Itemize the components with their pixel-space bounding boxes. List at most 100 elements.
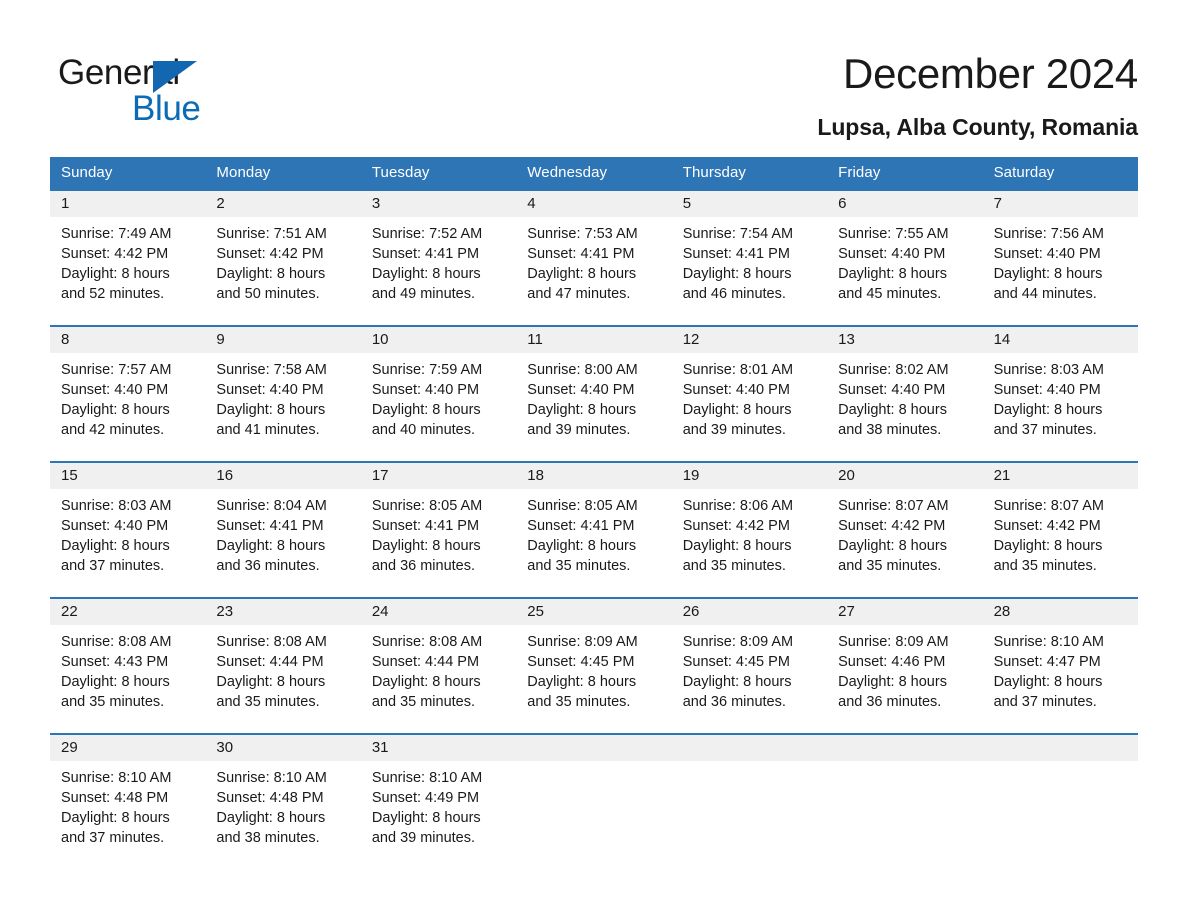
daylight-text-2: and 37 minutes. (993, 422, 1097, 438)
day-number[interactable]: 15 (50, 463, 205, 489)
daylight-text-2: and 39 minutes. (527, 422, 631, 438)
day-detail-row: Sunrise: 7:49 AM Sunset: 4:42 PM Dayligh… (50, 217, 1138, 325)
sunrise-text: Sunrise: 8:09 AM (838, 634, 949, 650)
day-number[interactable]: 30 (205, 735, 360, 761)
daylight-text-2: and 47 minutes. (527, 286, 631, 302)
day-number[interactable]: 9 (205, 327, 360, 353)
daylight-text-2: and 50 minutes. (216, 286, 320, 302)
sunset-text: Sunset: 4:44 PM (371, 654, 480, 670)
day-number-empty (516, 735, 671, 761)
weekday-header-wednesday: Wednesday (527, 164, 608, 181)
daylight-text-2: and 35 minutes. (527, 694, 631, 710)
week-row: 8 9 10 11 12 13 14 Sunrise: 7:57 AM Suns… (50, 325, 1138, 461)
day-cell: Sunrise: 7:55 AM Sunset: 4:40 PM Dayligh… (827, 217, 982, 325)
sunrise-text: Sunrise: 8:10 AM (371, 770, 483, 786)
day-cell-empty (827, 761, 982, 869)
day-cell: Sunrise: 8:02 AM Sunset: 4:40 PM Dayligh… (827, 353, 982, 461)
day-number[interactable]: 1 (50, 191, 205, 217)
sunrise-text: Sunrise: 8:08 AM (216, 634, 327, 650)
day-number[interactable]: 16 (205, 463, 360, 489)
day-number[interactable]: 27 (827, 599, 982, 625)
daylight-text-1: Daylight: 8 hours (527, 674, 637, 690)
day-number[interactable]: 25 (516, 599, 671, 625)
day-cell: Sunrise: 8:10 AM Sunset: 4:49 PM Dayligh… (361, 761, 516, 869)
day-number[interactable]: 6 (827, 191, 982, 217)
weekday-header-tuesday: Tuesday (371, 164, 430, 181)
sunset-text: Sunset: 4:48 PM (216, 790, 324, 806)
sunset-text: Sunset: 4:42 PM (838, 518, 946, 534)
day-number-row: 8 9 10 11 12 13 14 (50, 327, 1138, 353)
daylight-text-1: Daylight: 8 hours (993, 674, 1103, 690)
sunrise-text: Sunrise: 8:01 AM (682, 362, 794, 378)
sunrise-text: Sunrise: 7:58 AM (216, 362, 327, 378)
daylight-text-1: Daylight: 8 hours (61, 810, 170, 826)
day-number[interactable]: 17 (361, 463, 516, 489)
day-number[interactable]: 31 (361, 735, 516, 761)
daylight-text-2: and 38 minutes. (216, 830, 320, 846)
weekday-header-saturday: Saturday (993, 164, 1055, 181)
sunset-text: Sunset: 4:44 PM (216, 654, 324, 670)
daylight-text-2: and 40 minutes. (371, 422, 476, 438)
day-number[interactable]: 5 (672, 191, 827, 217)
daylight-text-2: and 42 minutes. (61, 422, 165, 438)
day-cell: Sunrise: 8:03 AM Sunset: 4:40 PM Dayligh… (50, 489, 205, 597)
day-number-empty (983, 735, 1138, 761)
week-row: 29 30 31 Sunrise: 8:10 AM Sunset: 4:48 P… (50, 733, 1138, 869)
daylight-text-2: and 37 minutes. (61, 558, 165, 574)
weekday-header-row: Sunday Monday Tuesday Wednesday Thursday… (50, 157, 1138, 189)
day-number[interactable]: 29 (50, 735, 205, 761)
day-number[interactable]: 12 (672, 327, 827, 353)
day-number-empty (827, 735, 982, 761)
daylight-text-2: and 36 minutes. (838, 694, 942, 710)
day-number[interactable]: 2 (205, 191, 360, 217)
sunrise-text: Sunrise: 8:05 AM (371, 498, 483, 514)
day-cell: Sunrise: 8:10 AM Sunset: 4:48 PM Dayligh… (205, 761, 360, 869)
day-number[interactable]: 8 (50, 327, 205, 353)
daylight-text-2: and 52 minutes. (61, 286, 165, 302)
sunset-text: Sunset: 4:48 PM (61, 790, 169, 806)
sunset-text: Sunset: 4:49 PM (371, 790, 480, 806)
sunrise-text: Sunrise: 7:54 AM (682, 226, 794, 242)
day-number[interactable]: 26 (672, 599, 827, 625)
day-number[interactable]: 3 (361, 191, 516, 217)
sunset-text: Sunset: 4:41 PM (216, 518, 324, 534)
day-number[interactable]: 20 (827, 463, 982, 489)
day-number[interactable]: 4 (516, 191, 671, 217)
day-cell: Sunrise: 7:52 AM Sunset: 4:41 PM Dayligh… (361, 217, 516, 325)
week-row: 22 23 24 25 26 27 28 Sunrise: 8:08 AM Su… (50, 597, 1138, 733)
day-number[interactable]: 14 (983, 327, 1138, 353)
day-number[interactable]: 11 (516, 327, 671, 353)
sunset-text: Sunset: 4:40 PM (993, 246, 1101, 262)
daylight-text-2: and 41 minutes. (216, 422, 320, 438)
sunrise-text: Sunrise: 8:00 AM (527, 362, 638, 378)
day-number[interactable]: 10 (361, 327, 516, 353)
sunset-text: Sunset: 4:40 PM (993, 382, 1101, 398)
daylight-text-1: Daylight: 8 hours (838, 538, 947, 554)
day-number[interactable]: 19 (672, 463, 827, 489)
page-title: December 2024 (843, 50, 1138, 97)
daylight-text-1: Daylight: 8 hours (527, 538, 637, 554)
day-number[interactable]: 23 (205, 599, 360, 625)
daylight-text-1: Daylight: 8 hours (682, 674, 792, 690)
day-number[interactable]: 13 (827, 327, 982, 353)
day-cell: Sunrise: 8:04 AM Sunset: 4:41 PM Dayligh… (205, 489, 360, 597)
weekday-header-friday: Friday (838, 164, 881, 181)
weekday-header-thursday: Thursday (682, 164, 747, 181)
day-number[interactable]: 28 (983, 599, 1138, 625)
sunset-text: Sunset: 4:41 PM (371, 518, 480, 534)
day-number[interactable]: 22 (50, 599, 205, 625)
day-number-row: 29 30 31 (50, 735, 1138, 761)
daylight-text-1: Daylight: 8 hours (216, 538, 326, 554)
day-number[interactable]: 18 (516, 463, 671, 489)
day-number[interactable]: 7 (983, 191, 1138, 217)
daylight-text-1: Daylight: 8 hours (371, 810, 481, 826)
daylight-text-2: and 49 minutes. (371, 286, 476, 302)
daylight-text-1: Daylight: 8 hours (682, 538, 792, 554)
daylight-text-2: and 37 minutes. (61, 830, 165, 846)
sunrise-text: Sunrise: 8:02 AM (838, 362, 949, 378)
day-number[interactable]: 24 (361, 599, 516, 625)
daylight-text-2: and 36 minutes. (216, 558, 320, 574)
sunset-text: Sunset: 4:40 PM (61, 518, 169, 534)
day-number[interactable]: 21 (983, 463, 1138, 489)
sunset-text: Sunset: 4:40 PM (682, 382, 790, 398)
